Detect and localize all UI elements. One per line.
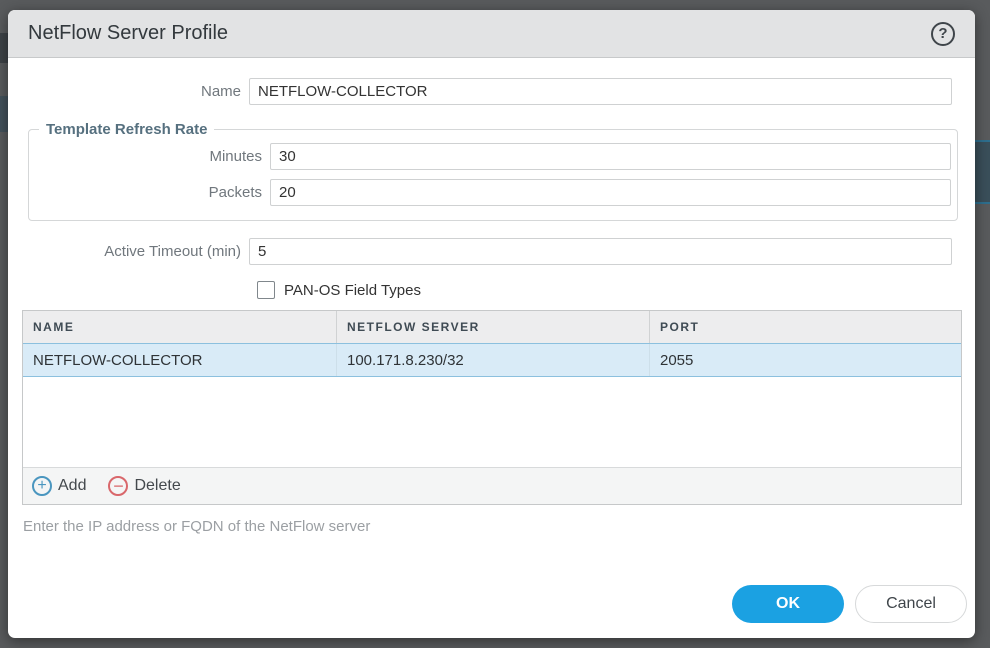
pan-os-field-types-label: PAN-OS Field Types xyxy=(284,282,421,299)
add-button-label: Add xyxy=(58,477,86,495)
table-footer: + Add − Delete xyxy=(23,467,961,504)
cell-server: 100.171.8.230/32 xyxy=(336,344,649,376)
packets-input[interactable] xyxy=(270,179,951,206)
template-refresh-rate-legend: Template Refresh Rate xyxy=(39,121,214,138)
help-icon[interactable]: ? xyxy=(931,22,955,46)
minutes-input[interactable] xyxy=(270,143,951,170)
minutes-label: Minutes xyxy=(29,148,270,165)
netflow-server-profile-dialog: NetFlow Server Profile ? Name Template R… xyxy=(8,10,975,638)
pan-os-field-types-row: PAN-OS Field Types xyxy=(257,281,975,299)
delete-button-label: Delete xyxy=(134,477,180,495)
table-header-row: NAME NETFLOW SERVER PORT xyxy=(23,311,961,343)
cell-name: NETFLOW-COLLECTOR xyxy=(23,344,336,376)
cancel-button[interactable]: Cancel xyxy=(855,585,967,623)
dialog-header: NetFlow Server Profile ? xyxy=(8,10,975,58)
name-input[interactable] xyxy=(249,78,952,105)
table-row[interactable]: NETFLOW-COLLECTOR 100.171.8.230/32 2055 xyxy=(23,343,961,377)
background-window-fragment xyxy=(0,33,8,63)
minus-circle-icon: − xyxy=(108,476,128,496)
table-empty-area xyxy=(23,377,961,467)
delete-button[interactable]: − Delete xyxy=(108,476,180,496)
dialog-title: NetFlow Server Profile xyxy=(28,22,931,45)
active-timeout-input[interactable] xyxy=(249,238,952,265)
pan-os-field-types-checkbox[interactable] xyxy=(257,281,275,299)
active-timeout-label: Active Timeout (min) xyxy=(8,243,249,260)
background-window-fragment xyxy=(975,140,990,204)
column-header-netflow-server[interactable]: NETFLOW SERVER xyxy=(336,311,649,343)
dialog-actions: OK Cancel xyxy=(732,585,967,623)
plus-circle-icon: + xyxy=(32,476,52,496)
background-window-fragment xyxy=(0,96,8,132)
minutes-row: Minutes xyxy=(29,143,951,170)
netflow-servers-table: NAME NETFLOW SERVER PORT NETFLOW-COLLECT… xyxy=(22,310,962,505)
active-timeout-row: Active Timeout (min) xyxy=(8,238,952,265)
name-row: Name xyxy=(8,78,952,105)
column-header-name[interactable]: NAME xyxy=(23,311,336,343)
template-refresh-rate-group: Template Refresh Rate Minutes Packets xyxy=(28,121,958,221)
column-header-port[interactable]: PORT xyxy=(649,311,961,343)
add-button[interactable]: + Add xyxy=(32,476,86,496)
ok-button[interactable]: OK xyxy=(732,585,844,623)
cell-port: 2055 xyxy=(649,344,961,376)
packets-label: Packets xyxy=(29,184,270,201)
hint-text: Enter the IP address or FQDN of the NetF… xyxy=(23,518,975,535)
name-label: Name xyxy=(8,83,249,100)
packets-row: Packets xyxy=(29,179,951,206)
